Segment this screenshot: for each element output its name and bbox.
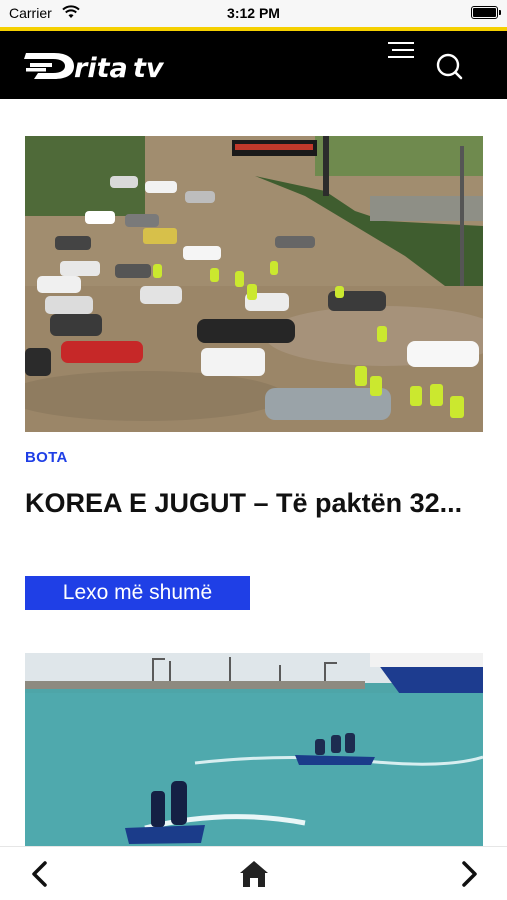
home-icon [240,861,268,887]
back-button[interactable] [24,857,58,891]
svg-text:rita: rita [74,53,128,84]
svg-text:tv: tv [133,53,165,84]
status-time: 3:12 PM [227,5,280,21]
article-image-flood[interactable] [25,136,483,432]
forward-button[interactable] [451,857,485,891]
home-button[interactable] [237,857,271,891]
search-icon [436,53,463,80]
bottom-navigation-bar [0,846,507,900]
article-image-jetski[interactable] [25,653,483,846]
article-category[interactable]: BOTA [25,449,68,466]
battery-icon [471,6,501,19]
app-header: rita tv [0,31,507,99]
hamburger-menu-icon-line [388,56,414,58]
menu-button[interactable] [384,39,414,63]
status-bar: Carrier 3:12 PM [0,0,507,27]
chevron-left-icon [32,861,47,887]
article-list[interactable]: BOTA KOREA E JUGUT – Të paktën 32... Lex… [0,99,507,846]
search-button[interactable] [434,51,466,83]
read-more-button[interactable]: Lexo më shumë [25,576,250,610]
hamburger-menu-icon [388,42,414,44]
article-title[interactable]: KOREA E JUGUT – Të paktën 32... [25,485,485,521]
hamburger-menu-icon-line [392,49,414,51]
dritatv-logo[interactable]: rita tv [24,45,174,85]
chevron-right-icon [462,861,477,887]
